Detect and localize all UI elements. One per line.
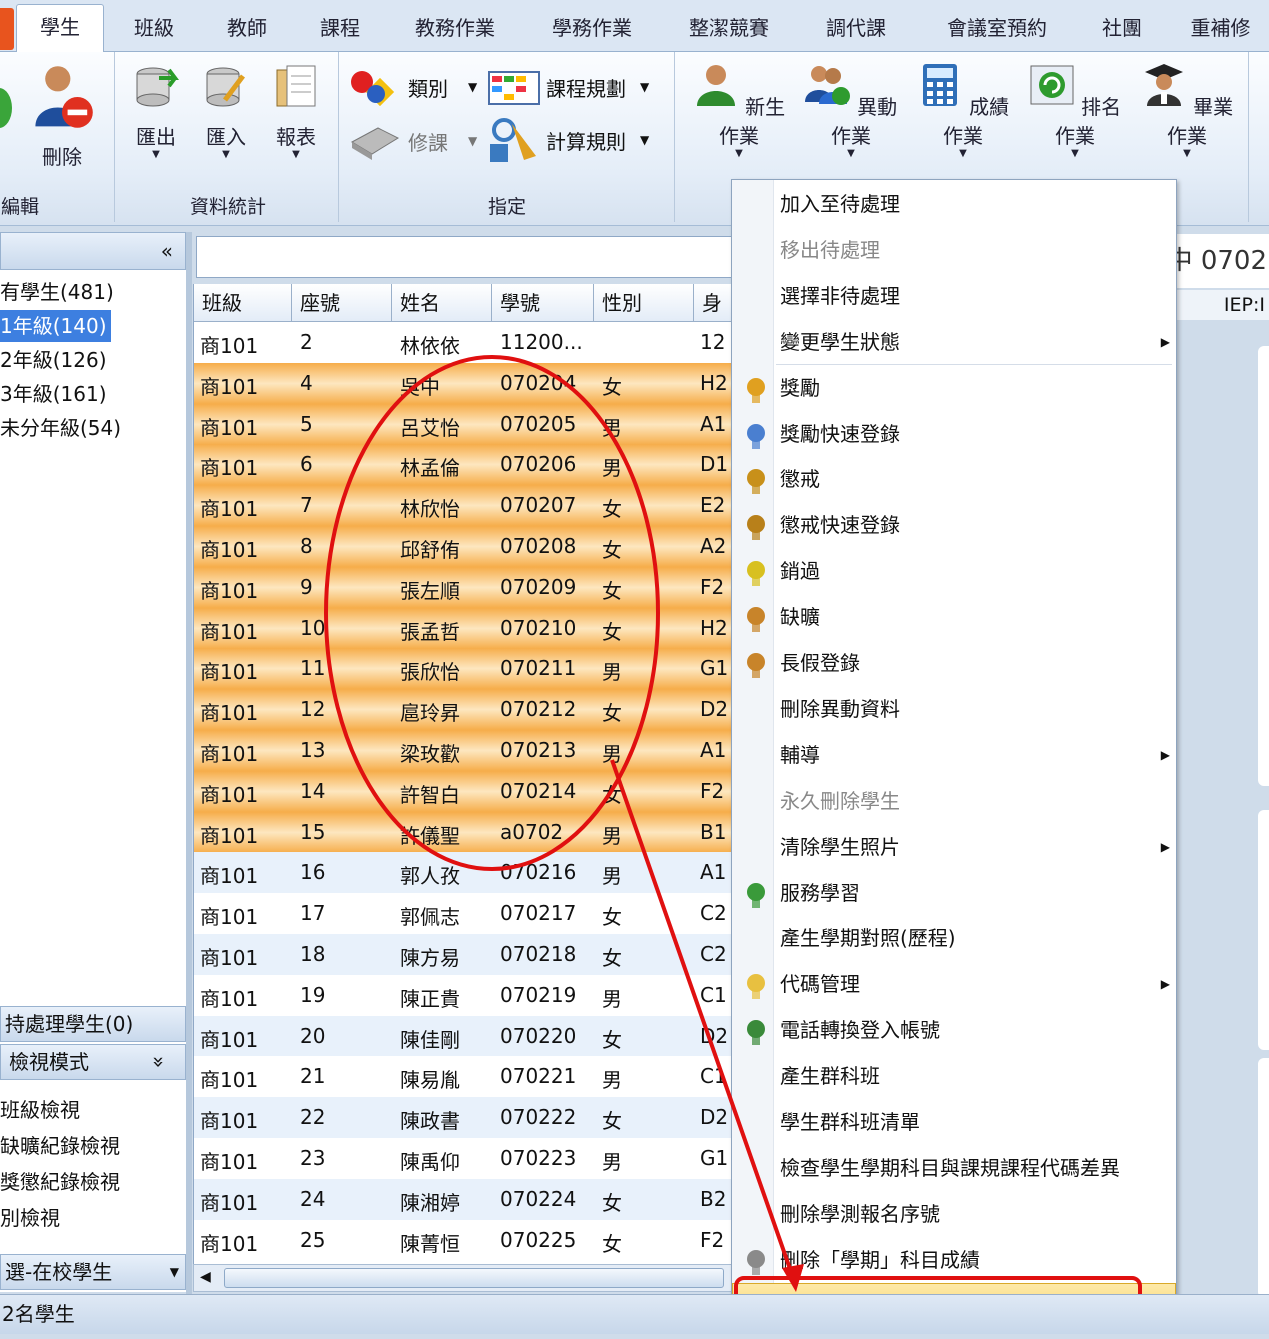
annotation-overlay — [324, 355, 1142, 1324]
annotation-ellipse — [324, 355, 660, 871]
annotation-arrow-line — [610, 759, 798, 1287]
status-text: 2名學生 — [2, 1302, 75, 1326]
status-bar: 2名學生 — [0, 1294, 1269, 1334]
